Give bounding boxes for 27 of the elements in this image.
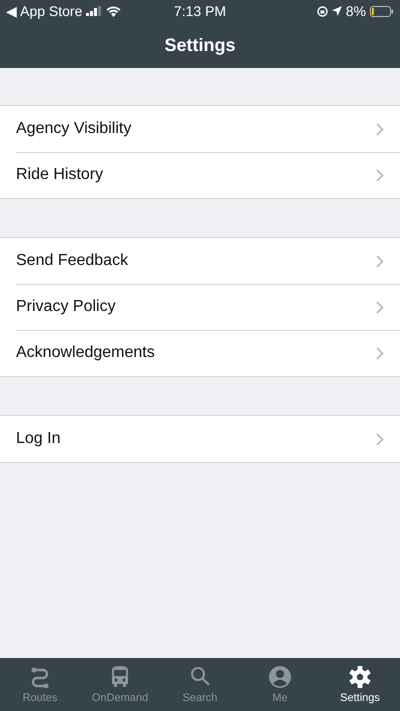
rotation-lock-icon xyxy=(316,6,328,16)
settings-row[interactable]: Agency Visibility xyxy=(0,106,400,152)
signal-icon xyxy=(86,6,102,16)
battery-percent: 8% xyxy=(346,3,366,19)
chevron-icon xyxy=(376,300,384,314)
chevron-icon xyxy=(376,122,384,136)
tab-item[interactable]: Settings xyxy=(320,658,400,711)
settings-row[interactable]: Log In xyxy=(0,416,400,462)
person-icon xyxy=(269,666,291,688)
chevron-icon xyxy=(376,254,384,268)
location-arrow-icon xyxy=(332,6,342,16)
settings-row[interactable]: Acknowledgements xyxy=(0,330,400,376)
battery-icon xyxy=(370,6,394,16)
route-icon xyxy=(30,666,50,688)
screen-title: Settings xyxy=(164,34,236,56)
wifi-icon xyxy=(106,6,122,16)
chevron-icon xyxy=(376,432,384,446)
status-time: 7:13 PM xyxy=(174,3,226,19)
settings-row[interactable]: Privacy Policy xyxy=(0,284,400,330)
settings-row[interactable]: Send Feedback xyxy=(0,238,400,284)
search-icon xyxy=(190,666,210,688)
chevron-icon xyxy=(376,346,384,360)
bus-icon xyxy=(110,666,130,688)
settings-row[interactable]: Ride History xyxy=(0,152,400,198)
settings-icon xyxy=(349,666,371,688)
back-to-app-label[interactable]: ◀ App Store xyxy=(6,3,82,19)
chevron-icon xyxy=(376,168,384,182)
